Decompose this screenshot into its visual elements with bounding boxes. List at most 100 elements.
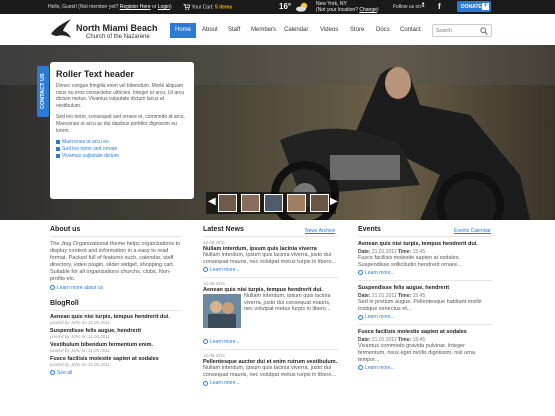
- news-date: 12.08.2011: [203, 281, 226, 287]
- nav-about[interactable]: About: [202, 23, 218, 38]
- about-more-text[interactable]: Learn more about us: [57, 285, 103, 291]
- or-text: or: [151, 4, 157, 10]
- event-more-link[interactable]: Learn more...: [358, 270, 492, 276]
- event-more-link[interactable]: Learn more...: [358, 314, 492, 320]
- donate-button[interactable]: DONATE +: [457, 1, 491, 12]
- cart-count[interactable]: 5 items: [215, 4, 232, 10]
- blog-item-meta: posted by John on 11.05.2011: [50, 320, 110, 325]
- news-more-text[interactable]: Learn more...: [210, 339, 240, 345]
- event-more-text[interactable]: Learn more...: [365, 270, 395, 276]
- arrow-circle-icon: [203, 267, 208, 273]
- event-item: Fusce facilisis molestie sapien at sodal…: [358, 329, 492, 371]
- event-item: Suspendisse felis augue, hendrerit Date:…: [358, 285, 492, 320]
- bullet-icon: [56, 153, 60, 158]
- nav-docs[interactable]: Docs: [376, 23, 390, 38]
- slide-link-text[interactable]: Vivamus vulputate dictum: [62, 153, 119, 159]
- nav-home[interactable]: Home: [170, 23, 197, 38]
- login-link[interactable]: Login: [158, 4, 170, 10]
- slide-caption-box: Roller Text header Donec congue fringill…: [50, 62, 194, 199]
- news-item-text: Nullam interdum, ipsum quis lacinia vive…: [203, 365, 336, 378]
- news-date: 12.08.2011: [203, 353, 226, 359]
- site-subtitle: Church of the Nazarene: [86, 34, 150, 40]
- search-icon[interactable]: [480, 27, 488, 35]
- slide-thumb[interactable]: [264, 194, 283, 212]
- follow-label: Follow us on:: [393, 4, 423, 10]
- facebook-icon[interactable]: f: [438, 2, 448, 12]
- greeting-text: Hello, Guest! (Not member yet?: [48, 4, 119, 10]
- slide-link[interactable]: Vivamus vulputate dictum: [56, 153, 188, 160]
- next-arrow-icon[interactable]: ▶: [330, 196, 338, 207]
- event-text: Fusce facilisis molestie sapien at sodal…: [358, 255, 462, 268]
- contact-us-tab[interactable]: CONTACT US: [37, 66, 49, 117]
- slide-paragraph-1: Donec congue fringilla enim vel bibendum…: [56, 83, 185, 109]
- nav-calendar[interactable]: Calendar: [284, 23, 308, 38]
- news-item: 12.08.2011 Pellentesque auctor dui et en…: [203, 353, 338, 386]
- arrow-circle-icon: [358, 314, 363, 320]
- arrow-circle-icon: [358, 365, 363, 371]
- cart-label: Your Cart:: [191, 4, 214, 11]
- event-title[interactable]: Fusce facilisis molestie sapien at sodal…: [358, 329, 492, 335]
- blog-item[interactable]: Vestibulum bibendum fermentum enim. poste…: [50, 342, 182, 353]
- blogroll-see-all-link[interactable]: See all: [50, 370, 182, 376]
- event-more-text[interactable]: Learn more...: [365, 365, 395, 371]
- about-text: The Jtag Organizational theme helps orga…: [50, 241, 181, 282]
- nav-contact[interactable]: Contact: [400, 23, 421, 38]
- event-title[interactable]: Aenean quis nisi turpis, tempus hendreri…: [358, 241, 492, 247]
- blog-item-meta: posted by John on 11.05.2011: [50, 348, 110, 353]
- slide-thumb[interactable]: [310, 194, 329, 212]
- cart-icon: [183, 3, 191, 10]
- blog-item[interactable]: Suspendisse felis augue, hendrerit posted…: [50, 328, 182, 339]
- slide-thumb[interactable]: [218, 194, 237, 212]
- slide-paragraph-2: Sed leo tortor, consequat sed ornare et,…: [56, 114, 185, 134]
- news-item-text: Nullam interdum, ipsum quis lacinia vive…: [203, 252, 336, 265]
- news-item: 12.08.2011 Aenean quis nisi turpis, temp…: [203, 281, 338, 345]
- plus-icon: +: [482, 3, 489, 10]
- register-link[interactable]: Register Here: [120, 4, 151, 10]
- event-more-link[interactable]: Learn more...: [358, 365, 492, 371]
- event-more-text[interactable]: Learn more...: [365, 314, 395, 320]
- nav-staff[interactable]: Staff: [228, 23, 240, 38]
- arrow-circle-icon: [203, 339, 208, 345]
- news-archive-link[interactable]: News Archive: [305, 228, 335, 234]
- blog-item-meta: posted by John on 11.05.2011: [50, 334, 110, 339]
- nav-store[interactable]: Store: [350, 23, 364, 38]
- slide-link[interactable]: Maecenas ut arcu eu: [56, 139, 188, 146]
- site-name[interactable]: North Miami Beach: [76, 23, 158, 33]
- blog-item[interactable]: Aenean quis nisi turpis, tempus hendreri…: [50, 314, 182, 325]
- events-calendar-link[interactable]: Events Calendar: [454, 228, 491, 234]
- news-item: 12.08.2011 Nullam interdum, ipsum quis l…: [203, 240, 338, 273]
- slide-link-text[interactable]: Maecenas ut arcu eu: [62, 139, 109, 145]
- events-column: Events Events Calendar Aenean quis nisi …: [358, 226, 492, 371]
- nav-members[interactable]: Members: [251, 23, 276, 38]
- slide-link[interactable]: Sed leo tortor sed ornare: [56, 146, 188, 153]
- search-box[interactable]: [432, 24, 492, 37]
- donate-label: DONATE: [461, 4, 482, 10]
- blog-item[interactable]: Fusce facilisis molestie sapien at sodal…: [50, 356, 182, 367]
- event-title[interactable]: Suspendisse felis augue, hendrerit: [358, 285, 492, 291]
- cart[interactable]: Your Cart: 5 items: [183, 3, 232, 11]
- news-more-link[interactable]: Learn more...: [203, 267, 338, 273]
- news-more-text[interactable]: Learn more...: [210, 380, 240, 386]
- greeting-suffix: ): [170, 4, 172, 10]
- news-photo[interactable]: [203, 294, 241, 329]
- search-input[interactable]: [436, 27, 480, 35]
- dove-logo-icon[interactable]: [50, 18, 72, 40]
- slide-link-text[interactable]: Sed leo tortor sed ornare: [62, 146, 117, 152]
- nav-videos[interactable]: Videos: [320, 23, 338, 38]
- news-more-link[interactable]: Learn more...: [203, 339, 338, 345]
- news-more-text[interactable]: Learn more...: [210, 267, 240, 273]
- event-text: Sed in pretium augue. Pellentesque habit…: [358, 299, 482, 312]
- prev-arrow-icon[interactable]: ◀: [208, 196, 216, 207]
- twitter-icon[interactable]: t: [422, 2, 432, 12]
- slide-thumb[interactable]: [241, 194, 260, 212]
- news-more-link[interactable]: Learn more...: [203, 380, 338, 386]
- hero-slider: CONTACT US Roller Text header Donec cong…: [0, 45, 555, 220]
- location-change-link[interactable]: Change: [359, 7, 377, 13]
- slide-thumb[interactable]: [287, 194, 306, 212]
- about-more-link[interactable]: Learn more about us: [50, 285, 182, 291]
- arrow-circle-icon: [50, 370, 55, 376]
- about-title: About us: [50, 226, 81, 233]
- see-all-text[interactable]: See all: [57, 370, 72, 376]
- event-text: Vivamus commodo gravida pulvinar. Intege…: [358, 343, 476, 363]
- arrow-circle-icon: [203, 380, 208, 386]
